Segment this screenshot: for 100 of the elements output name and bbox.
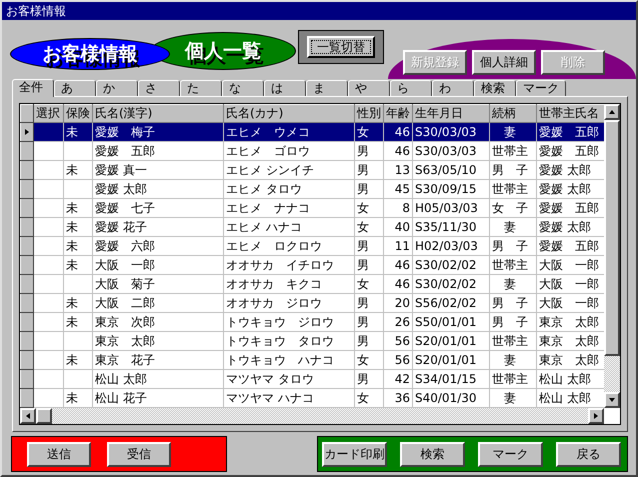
- table-cell: 13: [384, 160, 412, 180]
- tab[interactable]: さ: [138, 80, 180, 96]
- table-cell: [34, 236, 64, 256]
- table-cell: 松山 太郎: [536, 388, 604, 408]
- table-cell: オオサカ ジロウ: [224, 294, 354, 312]
- table-cell: 45: [384, 180, 412, 198]
- left-arrow-icon: [24, 412, 32, 420]
- record-selector[interactable]: [20, 332, 34, 350]
- column-header: 氏名(カナ): [224, 104, 354, 122]
- scroll-thumb[interactable]: [604, 120, 620, 356]
- footer-button[interactable]: 受信: [107, 442, 171, 466]
- table-cell: オオサカ イチロウ: [224, 256, 354, 274]
- table-cell: 56: [384, 332, 412, 350]
- tab[interactable]: は: [264, 80, 306, 96]
- action-button[interactable]: 個人詳細: [472, 50, 536, 75]
- table-cell: 未: [64, 122, 92, 142]
- table-cell: マツヤマ ハナコ: [224, 388, 354, 408]
- table-cell: オオサカ キクコ: [224, 274, 354, 294]
- table-cell: S30/02/02: [412, 274, 490, 294]
- table-cell: 大阪 一郎: [92, 256, 224, 274]
- vertical-scrollbar[interactable]: [604, 104, 620, 408]
- table-cell: 未: [64, 312, 92, 332]
- column-header: 世帯主氏名: [536, 104, 604, 122]
- horizontal-scrollbar[interactable]: [20, 408, 604, 424]
- table-cell: [64, 370, 92, 388]
- scroll-down-button[interactable]: [604, 392, 620, 408]
- toggle-button[interactable]: 一覧切替: [307, 36, 375, 58]
- table-cell: [34, 332, 64, 350]
- table-cell: 未: [64, 218, 92, 236]
- table-cell: [34, 256, 64, 274]
- tab[interactable]: あ: [54, 80, 96, 96]
- table-cell: 松山 太郎: [536, 370, 604, 388]
- record-selector[interactable]: [20, 256, 34, 274]
- footer-button[interactable]: 検索: [400, 442, 465, 466]
- record-selector[interactable]: [20, 122, 34, 142]
- table-cell: 女: [354, 122, 384, 142]
- footer-button[interactable]: 送信: [27, 442, 91, 466]
- footer-button[interactable]: マーク: [478, 442, 543, 466]
- table-cell: 未: [64, 236, 92, 256]
- record-selector[interactable]: [20, 160, 34, 180]
- table-cell: [34, 142, 64, 160]
- table-cell: 女: [354, 218, 384, 236]
- table-cell: 松山 花子: [92, 388, 224, 408]
- record-selector[interactable]: [20, 218, 34, 236]
- table-cell: 世帯主: [490, 370, 536, 388]
- record-selector[interactable]: [20, 312, 34, 332]
- table-cell: エヒメ ナナコ: [224, 198, 354, 218]
- tab[interactable]: 全件: [12, 79, 54, 97]
- table-cell: [34, 370, 64, 388]
- table-cell: トウキョウ ハナコ: [224, 350, 354, 370]
- tab[interactable]: マーク: [516, 80, 566, 96]
- footer-button[interactable]: 戻る: [556, 442, 621, 466]
- table-cell: 世帯主: [490, 332, 536, 350]
- table-cell: S30/02/02: [412, 256, 490, 274]
- table-cell: H05/03/03: [412, 198, 490, 218]
- table-cell: 女: [354, 350, 384, 370]
- table-cell: 男: [354, 160, 384, 180]
- table-cell: S56/02/02: [412, 294, 490, 312]
- table-cell: 男: [354, 332, 384, 350]
- tab[interactable]: ま: [306, 80, 348, 96]
- tab[interactable]: な: [222, 80, 264, 96]
- table-cell: 松山 太郎: [92, 370, 224, 388]
- table-cell: 男: [354, 142, 384, 160]
- record-selector[interactable]: [20, 388, 34, 408]
- table-cell: [34, 180, 64, 198]
- table-cell: S30/09/15: [412, 180, 490, 198]
- table-cell: 男: [354, 312, 384, 332]
- record-selector[interactable]: [20, 198, 34, 218]
- tab[interactable]: た: [180, 80, 222, 96]
- table-cell: S34/01/15: [412, 370, 490, 388]
- table-cell: S30/03/03: [412, 122, 490, 142]
- tab[interactable]: ら: [390, 80, 432, 96]
- table-cell: [34, 160, 64, 180]
- table-cell: [34, 388, 64, 408]
- scroll-right-button[interactable]: [588, 408, 604, 424]
- record-selector[interactable]: [20, 370, 34, 388]
- table-cell: [34, 350, 64, 370]
- tab[interactable]: や: [348, 80, 390, 96]
- scroll-thumb[interactable]: [36, 408, 52, 424]
- tab[interactable]: わ: [432, 80, 474, 96]
- table-cell: 男: [354, 294, 384, 312]
- tab[interactable]: 検索: [474, 80, 516, 96]
- table-cell: 妻: [490, 350, 536, 370]
- scroll-up-button[interactable]: [604, 104, 620, 120]
- record-selector[interactable]: [20, 142, 34, 160]
- table-cell: 愛媛 五郎: [536, 198, 604, 218]
- table-cell: 愛媛 五郎: [92, 142, 224, 160]
- table-cell: 愛媛 七子: [92, 198, 224, 218]
- footer-button[interactable]: カード印刷: [322, 442, 387, 466]
- table-cell: 東京 太郎: [536, 312, 604, 332]
- tab[interactable]: か: [96, 80, 138, 96]
- record-selector[interactable]: [20, 180, 34, 198]
- record-selector[interactable]: [20, 236, 34, 256]
- record-selector[interactable]: [20, 294, 34, 312]
- scroll-left-button[interactable]: [20, 408, 36, 424]
- record-selector[interactable]: [20, 274, 34, 294]
- record-selector[interactable]: [20, 350, 34, 370]
- column-header: 保険: [64, 104, 92, 122]
- table-cell: エヒメ ハナコ: [224, 218, 354, 236]
- table-cell: [34, 198, 64, 218]
